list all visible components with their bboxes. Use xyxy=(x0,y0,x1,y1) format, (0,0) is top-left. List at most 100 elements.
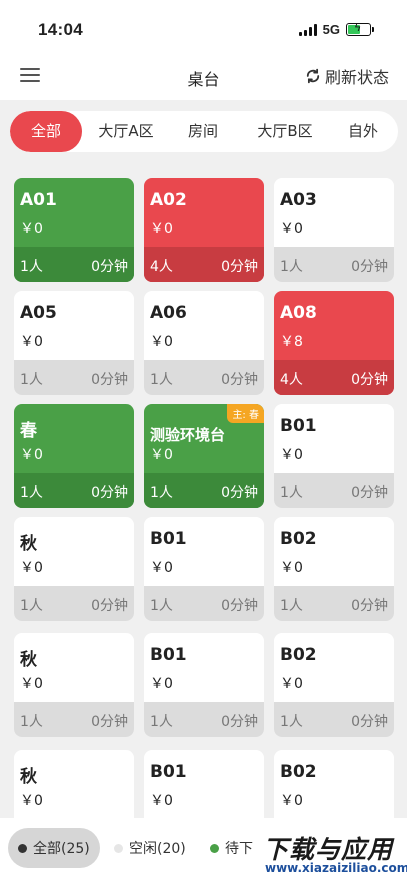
table-footer: 1人 0分钟 xyxy=(14,702,134,737)
table-card[interactable]: B01 ￥0 1人 0分钟 xyxy=(144,517,264,621)
table-price: ￥0 xyxy=(150,560,173,576)
table-name: 春 xyxy=(20,421,37,441)
table-price: ￥0 xyxy=(280,560,303,576)
table-card[interactable]: 秋 ￥0 1人 0分钟 xyxy=(14,633,134,737)
area-tabs: 全部 大厅A区 房间 大厅B区 自外 xyxy=(10,111,398,152)
table-card[interactable]: B02 ￥0 1人 0分钟 xyxy=(274,517,394,621)
table-footer: 4人 0分钟 xyxy=(274,360,394,395)
watermark-url: www.xiazaiziliao.com xyxy=(265,861,407,875)
table-minutes: 0分钟 xyxy=(221,714,258,730)
table-card[interactable]: A03 ￥0 1人 0分钟 xyxy=(274,178,394,282)
table-price: ￥0 xyxy=(150,334,173,350)
filter-all[interactable]: 全部(25) xyxy=(8,828,100,868)
table-minutes: 0分钟 xyxy=(91,259,128,275)
table-price: ￥0 xyxy=(150,676,173,692)
table-price: ￥0 xyxy=(20,560,43,576)
tab-all[interactable]: 全部 xyxy=(10,111,82,152)
table-name: 秋 xyxy=(20,534,37,554)
table-people: 1人 xyxy=(20,714,43,730)
watermark-logo: 下载与应用 www.xiazaiziliao.com xyxy=(255,828,407,883)
table-minutes: 0分钟 xyxy=(351,485,388,501)
table-price: ￥0 xyxy=(150,221,173,237)
table-card[interactable]: A02 ￥0 4人 0分钟 xyxy=(144,178,264,282)
table-minutes: 0分钟 xyxy=(221,485,258,501)
table-price: ￥0 xyxy=(150,793,173,809)
table-price: ￥0 xyxy=(20,793,43,809)
nav-bar: 桌台 刷新状态 xyxy=(0,50,407,100)
table-price: ￥0 xyxy=(20,447,43,463)
table-footer: 1人 0分钟 xyxy=(14,586,134,621)
table-footer: 1人 0分钟 xyxy=(144,360,264,395)
table-footer: 1人 0分钟 xyxy=(274,473,394,508)
table-people: 1人 xyxy=(280,598,303,614)
table-name: A02 xyxy=(150,190,187,210)
table-people: 4人 xyxy=(150,259,173,275)
table-people: 1人 xyxy=(20,485,43,501)
table-minutes: 0分钟 xyxy=(91,598,128,614)
signal-icon xyxy=(298,23,317,36)
table-name: A03 xyxy=(280,190,317,210)
table-name: B01 xyxy=(150,645,187,665)
table-people: 1人 xyxy=(280,485,303,501)
tab-rooms[interactable]: 房间 xyxy=(178,111,228,152)
table-footer: 1人 0分钟 xyxy=(274,586,394,621)
table-footer: 1人 0分钟 xyxy=(144,586,264,621)
table-people: 1人 xyxy=(150,714,173,730)
status-time: 14:04 xyxy=(38,20,83,39)
table-minutes: 0分钟 xyxy=(351,714,388,730)
table-card[interactable]: 测验环境台 ￥0 主: 春 1人 0分钟 xyxy=(144,404,264,508)
table-price: ￥0 xyxy=(280,447,303,463)
table-price: ￥0 xyxy=(20,676,43,692)
table-card[interactable]: B02 ￥0 1人 0分钟 xyxy=(274,633,394,737)
table-price: ￥0 xyxy=(150,447,173,463)
refresh-button[interactable]: 刷新状态 xyxy=(304,64,389,88)
table-card[interactable]: 秋 ￥0 1人 0分钟 xyxy=(14,517,134,621)
table-minutes: 0分钟 xyxy=(221,372,258,388)
table-people: 1人 xyxy=(150,372,173,388)
table-price: ￥8 xyxy=(280,334,303,350)
filter-pending-dot xyxy=(210,843,219,853)
refresh-label: 刷新状态 xyxy=(324,68,389,87)
table-name: B01 xyxy=(150,762,187,782)
table-name: B01 xyxy=(150,529,187,549)
table-name: B02 xyxy=(280,645,317,665)
table-name: A08 xyxy=(280,303,317,323)
table-footer: 1人 0分钟 xyxy=(14,473,134,508)
table-card[interactable]: A01 ￥0 1人 0分钟 xyxy=(14,178,134,282)
tab-outside[interactable]: 自外 xyxy=(338,111,388,152)
table-name: A05 xyxy=(20,303,57,323)
table-price: ￥0 xyxy=(280,221,303,237)
table-footer: 1人 0分钟 xyxy=(14,247,134,282)
table-footer: 1人 0分钟 xyxy=(14,360,134,395)
table-footer: 1人 0分钟 xyxy=(274,247,394,282)
battery-icon: ϟ xyxy=(346,21,374,36)
table-people: 1人 xyxy=(150,598,173,614)
table-card[interactable]: 春 ￥0 1人 0分钟 xyxy=(14,404,134,508)
table-minutes: 0分钟 xyxy=(351,598,388,614)
table-minutes: 0分钟 xyxy=(91,485,128,501)
table-card[interactable]: A08 ￥8 4人 0分钟 xyxy=(274,291,394,395)
table-name: B02 xyxy=(280,529,317,549)
table-name: 秋 xyxy=(20,650,37,670)
tab-hall-a[interactable]: 大厅A区 xyxy=(88,111,164,152)
table-people: 1人 xyxy=(20,259,43,275)
table-name: B01 xyxy=(280,416,317,436)
table-name: A01 xyxy=(20,190,57,210)
table-minutes: 0分钟 xyxy=(91,372,128,388)
menu-icon[interactable] xyxy=(20,68,40,82)
status-bar: 14:04 5G ϟ xyxy=(0,0,407,50)
table-card[interactable]: A06 ￥0 1人 0分钟 xyxy=(144,291,264,395)
filter-idle[interactable]: 空闲(20) xyxy=(114,828,186,868)
table-card[interactable]: A05 ￥0 1人 0分钟 xyxy=(14,291,134,395)
table-footer: 4人 0分钟 xyxy=(144,247,264,282)
table-card[interactable]: B01 ￥0 1人 0分钟 xyxy=(144,633,264,737)
table-people: 4人 xyxy=(280,372,303,388)
table-card[interactable]: B01 ￥0 1人 0分钟 xyxy=(274,404,394,508)
table-price: ￥0 xyxy=(280,793,303,809)
table-price: ￥0 xyxy=(20,221,43,237)
table-name: 秋 xyxy=(20,767,37,787)
table-footer: 1人 0分钟 xyxy=(144,473,264,508)
tab-hall-b[interactable]: 大厅B区 xyxy=(246,111,324,152)
main-table-badge: 主: 春 xyxy=(227,404,264,423)
filter-pending[interactable]: 待下 xyxy=(210,828,253,868)
